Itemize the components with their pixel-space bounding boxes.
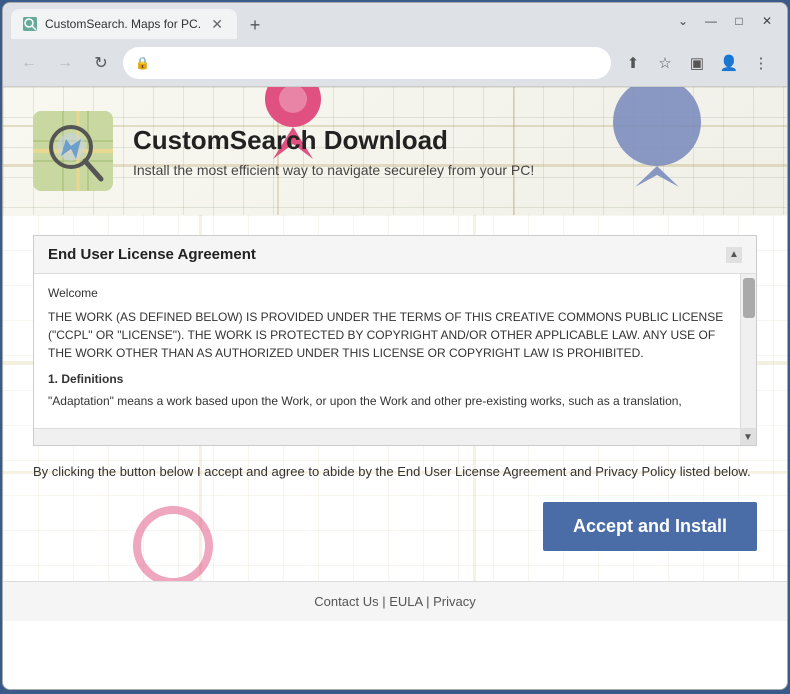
- blue-pin-top: [607, 87, 707, 192]
- active-tab[interactable]: CustomSearch. Maps for PC. ✕: [11, 9, 237, 39]
- share-icon[interactable]: ⬆: [619, 49, 647, 77]
- contact-us-link[interactable]: Contact Us: [314, 594, 378, 609]
- window-controls: ⌄ — □ ✕: [671, 9, 779, 33]
- eula-scroll-area: Welcome THE WORK (AS DEFINED BELOW) IS P…: [34, 274, 756, 428]
- agreement-text: By clicking the button below I accept an…: [33, 462, 757, 482]
- footer-sep1: |: [379, 594, 390, 609]
- maximize-button[interactable]: □: [727, 9, 751, 33]
- close-button[interactable]: ✕: [755, 9, 779, 33]
- tab-bar: CustomSearch. Maps for PC. ✕ +: [11, 3, 671, 39]
- footer-sep2: |: [422, 594, 433, 609]
- browser-window: CustomSearch. Maps for PC. ✕ + ⌄ — □ ✕ ←…: [2, 2, 788, 690]
- hero-text: CustomSearch Download Install the most e…: [133, 125, 534, 178]
- minimize-button[interactable]: —: [699, 9, 723, 33]
- menu-icon[interactable]: ⋮: [747, 49, 775, 77]
- profile-icon[interactable]: 👤: [715, 49, 743, 77]
- eula-scrollbar[interactable]: [740, 274, 756, 428]
- forward-button[interactable]: →: [51, 49, 79, 77]
- eula-welcome-label: Welcome: [48, 284, 726, 302]
- chevron-down-icon: ⌄: [671, 9, 695, 33]
- refresh-button[interactable]: ↻: [87, 49, 115, 77]
- eula-section1-text: "Adaptation" means a work based upon the…: [48, 392, 726, 410]
- eula-link[interactable]: EULA: [389, 594, 422, 609]
- tab-favicon: [23, 17, 37, 31]
- hero-title: CustomSearch Download: [133, 125, 534, 156]
- eula-scroll-down[interactable]: ▼: [740, 429, 756, 445]
- page-footer: Contact Us | EULA | Privacy: [3, 581, 787, 621]
- tab-close-button[interactable]: ✕: [209, 16, 225, 32]
- eula-body-text: THE WORK (AS DEFINED BELOW) IS PROVIDED …: [48, 308, 726, 362]
- eula-section1-title: 1. Definitions: [48, 370, 726, 388]
- page-content: CustomSearch Download Install the most e…: [3, 87, 787, 689]
- eula-body[interactable]: Welcome THE WORK (AS DEFINED BELOW) IS P…: [34, 274, 740, 428]
- address-bar: ← → ↻ 🔒 ⬆ ☆ ▣ 👤 ⋮: [3, 39, 787, 87]
- spacer: [33, 551, 757, 581]
- privacy-link[interactable]: Privacy: [433, 594, 476, 609]
- title-bar: CustomSearch. Maps for PC. ✕ + ⌄ — □ ✕: [3, 3, 787, 39]
- eula-scroll-up[interactable]: ▲: [726, 247, 742, 263]
- hero-logo: [33, 111, 113, 191]
- extensions-icon[interactable]: ▣: [683, 49, 711, 77]
- tab-title: CustomSearch. Maps for PC.: [45, 17, 201, 31]
- hero-subtitle: Install the most efficient way to naviga…: [133, 162, 534, 178]
- eula-header: End User License Agreement ▲: [34, 236, 756, 274]
- hero-section: CustomSearch Download Install the most e…: [3, 87, 787, 215]
- accept-and-install-button[interactable]: Accept and Install: [543, 502, 757, 551]
- eula-box: End User License Agreement ▲ Welcome THE…: [33, 235, 757, 446]
- scrollbar-thumb[interactable]: [743, 278, 755, 318]
- main-content: Map End User License Agreement ▲ Welcome: [3, 215, 787, 581]
- bookmark-icon[interactable]: ☆: [651, 49, 679, 77]
- lock-icon: 🔒: [135, 56, 150, 70]
- eula-footer: ▼: [34, 428, 756, 445]
- eula-title: End User License Agreement: [48, 246, 256, 263]
- new-tab-button[interactable]: +: [241, 11, 269, 39]
- back-button[interactable]: ←: [15, 49, 43, 77]
- address-input-container[interactable]: 🔒: [123, 47, 611, 79]
- address-right-icons: ⬆ ☆ ▣ 👤 ⋮: [619, 49, 775, 77]
